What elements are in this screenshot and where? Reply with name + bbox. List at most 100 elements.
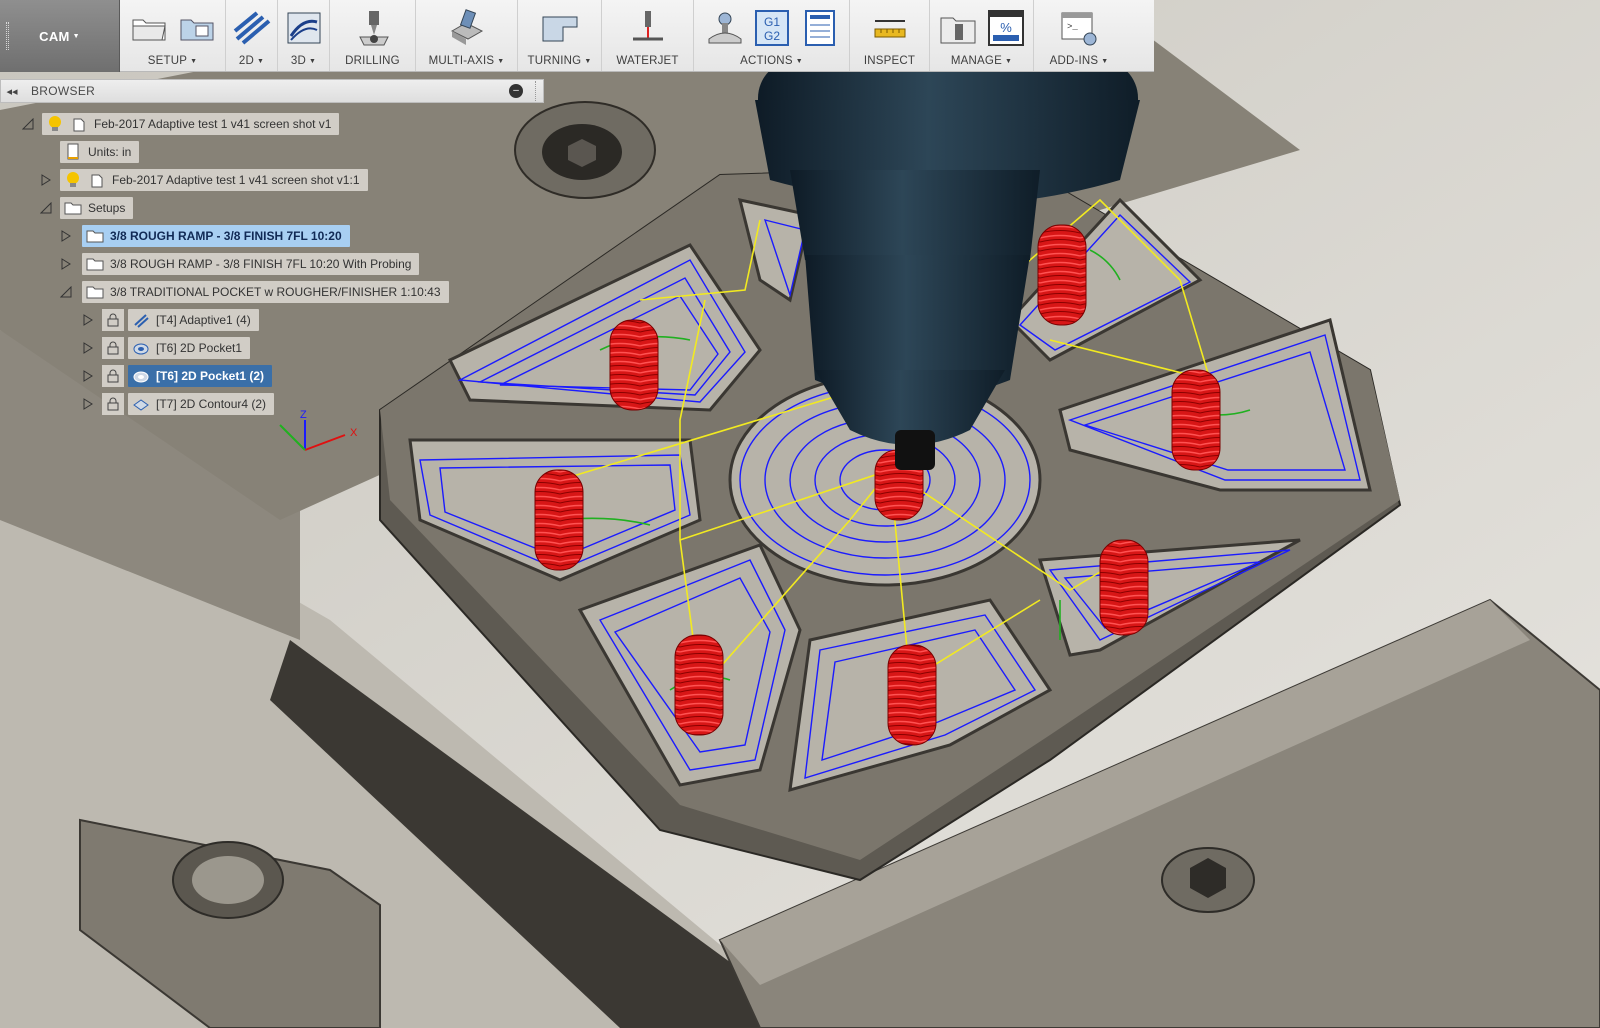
setup-sheet-folder-icon[interactable] — [178, 9, 216, 47]
adaptive-operation-icon — [132, 311, 150, 329]
operation-label-selected: [T6] 2D Pocket1 (2) — [156, 369, 265, 383]
post-process-icon[interactable]: G1 G2 — [753, 9, 791, 47]
expand-triangle-icon[interactable] — [80, 312, 96, 328]
turning-group[interactable]: TURNING ▼ — [518, 0, 602, 71]
template-library-icon[interactable]: % — [987, 9, 1025, 47]
new-setup-icon[interactable] — [130, 9, 168, 47]
collapse-browser-icon[interactable]: ◂◂ — [1, 85, 23, 98]
expand-triangle-icon[interactable] — [80, 340, 96, 356]
helix-ramp — [1037, 224, 1087, 326]
setup-folder-icon — [86, 255, 104, 273]
multi-axis-icon[interactable] — [448, 9, 486, 47]
tree-node-operation[interactable]: [T7] 2D Contour4 (2) — [80, 392, 275, 416]
tree-node-operation[interactable]: [T4] Adaptive1 (4) — [80, 308, 259, 332]
2d-adaptive-icon[interactable] — [233, 9, 271, 47]
manage-group[interactable]: % MANAGE ▼ — [930, 0, 1034, 71]
lock-icon[interactable] — [102, 337, 124, 359]
lightbulb-icon[interactable] — [46, 115, 64, 133]
measure-icon[interactable] — [871, 9, 909, 47]
waterjet-icon[interactable] — [629, 9, 667, 47]
3d-label: 3D — [290, 55, 306, 67]
chevron-down-icon: ▼ — [795, 58, 803, 65]
setup-sheet-icon[interactable] — [801, 9, 839, 47]
contour-operation-icon — [132, 395, 150, 413]
tree-node-units[interactable]: Units: in — [60, 140, 140, 164]
lock-icon[interactable] — [102, 365, 124, 387]
operation-label: [T7] 2D Contour4 (2) — [156, 397, 267, 411]
add-ins-group[interactable]: >_ ADD-INS ▼ — [1034, 0, 1124, 71]
workspace-switcher[interactable]: CAM ▼ — [0, 0, 120, 72]
helix-ramp — [1099, 539, 1149, 636]
drill-icon[interactable] — [354, 9, 392, 47]
tree-node-operation[interactable]: [T6] 2D Pocket1 (2) — [80, 364, 273, 388]
chevron-down-icon: ▼ — [190, 58, 198, 65]
3d-adaptive-icon[interactable] — [285, 9, 323, 47]
post-process-g2-text: G2 — [763, 29, 779, 43]
helix-ramp — [1171, 369, 1221, 471]
lock-icon[interactable] — [102, 309, 124, 331]
chevron-down-icon: ▼ — [256, 58, 265, 65]
add-ins-label: ADD-INS — [1049, 55, 1099, 67]
expand-triangle-icon[interactable] — [38, 172, 54, 188]
toolbar-grip[interactable] — [6, 22, 9, 50]
setup-label: 3/8 ROUGH RAMP - 3/8 FINISH 7FL 10:20 Wi… — [110, 257, 412, 271]
lock-icon[interactable] — [102, 393, 124, 415]
chevron-down-icon: ▼ — [1101, 58, 1109, 65]
2d-label: 2D — [238, 55, 254, 67]
cam-3d-viewport[interactable]: Z X — [0, 0, 1600, 1028]
expand-triangle-icon[interactable] — [58, 256, 74, 272]
document-component-icon — [70, 115, 88, 133]
operation-label: [T6] 2D Pocket1 — [156, 341, 243, 355]
inspect-group[interactable]: INSPECT — [850, 0, 930, 71]
pocket-operation-icon — [132, 367, 150, 385]
svg-text:>_: >_ — [1067, 22, 1078, 32]
setup-label: SETUP — [147, 55, 188, 67]
tree-node-setup[interactable]: 3/8 ROUGH RAMP - 3/8 FINISH 7FL 10:20 — [58, 224, 350, 248]
tool-library-icon[interactable] — [939, 9, 977, 47]
tree-node-component[interactable]: Feb-2017 Adaptive test 1 v41 screen shot… — [38, 168, 368, 192]
setups-folder-icon — [64, 199, 82, 217]
helix-ramp — [887, 644, 937, 746]
tree-node-operation[interactable]: [T6] 2D Pocket1 — [80, 336, 251, 360]
setup-folder-icon — [86, 227, 104, 245]
helix-ramp — [674, 634, 724, 736]
collapse-triangle-icon[interactable] — [20, 116, 36, 132]
3d-group[interactable]: 3D ▼ — [278, 0, 330, 71]
collapse-triangle-icon[interactable] — [58, 284, 74, 300]
waterjet-label: WATERJET — [616, 55, 679, 67]
tree-node-setup[interactable]: 3/8 ROUGH RAMP - 3/8 FINISH 7FL 10:20 Wi… — [58, 252, 420, 276]
setup-group[interactable]: SETUP ▼ — [120, 0, 226, 71]
browser-header: ◂◂ BROWSER – — [0, 79, 544, 103]
setup-label: 3/8 ROUGH RAMP - 3/8 FINISH 7FL 10:20 — [110, 229, 342, 243]
actions-label: ACTIONS — [740, 55, 793, 67]
manage-label: MANAGE — [950, 55, 1002, 67]
actions-group[interactable]: G1 G2 ACTIONS ▼ — [694, 0, 850, 71]
chevron-down-icon: ▼ — [584, 58, 592, 65]
chevron-down-icon: ▼ — [497, 58, 505, 65]
collapse-triangle-icon[interactable] — [38, 200, 54, 216]
tree-node-setup[interactable]: 3/8 TRADITIONAL POCKET w ROUGHER/FINISHE… — [58, 280, 449, 304]
tree-node-setups[interactable]: Setups — [38, 196, 134, 220]
browser-resize-handle[interactable] — [535, 81, 539, 101]
2d-group[interactable]: 2D ▼ — [226, 0, 278, 71]
browser-title: BROWSER — [31, 84, 96, 98]
workspace-label: CAM — [39, 28, 70, 44]
percent-text: % — [1000, 20, 1012, 35]
turning-label: TURNING — [527, 55, 582, 67]
setup-label: 3/8 TRADITIONAL POCKET w ROUGHER/FINISHE… — [110, 285, 441, 299]
lightbulb-icon[interactable] — [64, 171, 82, 189]
cutter — [895, 430, 935, 470]
expand-triangle-icon[interactable] — [80, 368, 96, 384]
scripts-addins-icon[interactable]: >_ — [1060, 9, 1098, 47]
multi-axis-group[interactable]: MULTI-AXIS ▼ — [416, 0, 518, 71]
simulate-icon[interactable] — [705, 9, 743, 47]
expand-triangle-icon[interactable] — [80, 396, 96, 412]
units-label: Units: in — [88, 145, 132, 159]
tree-node-root[interactable]: Feb-2017 Adaptive test 1 v41 screen shot… — [20, 112, 340, 136]
waterjet-group[interactable]: WATERJET — [602, 0, 694, 71]
component-label: Feb-2017 Adaptive test 1 v41 screen shot… — [112, 173, 360, 187]
expand-triangle-icon[interactable] — [58, 228, 74, 244]
drilling-group[interactable]: DRILLING — [330, 0, 416, 71]
browser-pin-icon[interactable]: – — [509, 84, 523, 98]
turning-icon[interactable] — [541, 9, 579, 47]
